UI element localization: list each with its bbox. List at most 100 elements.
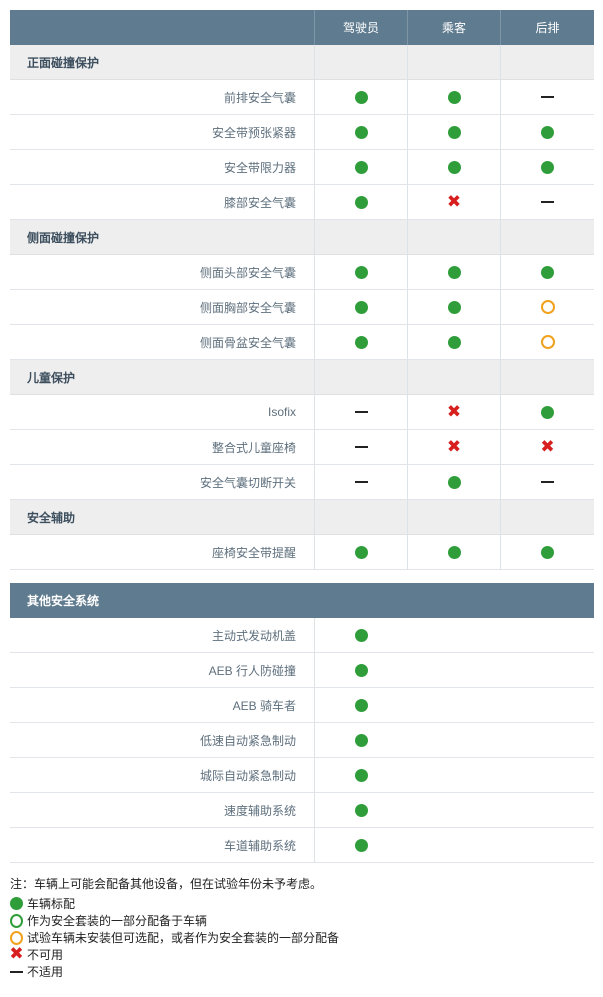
legend-text: 不适用 — [27, 965, 64, 979]
row-label-cell: 座椅安全带提醒 — [10, 535, 315, 569]
filled-green-dot-icon — [447, 545, 461, 559]
status-cell — [501, 115, 594, 149]
row-label: 侧面骨盆安全气囊 — [199, 335, 296, 350]
legend-icon-slot — [10, 930, 23, 945]
col-rear: 后排 — [501, 10, 594, 45]
table-row: 膝部安全气囊 ✖ — [10, 185, 594, 220]
status-cell — [501, 185, 594, 219]
other-row-label: AEB 骑车者 — [232, 698, 296, 713]
row-label: 侧面胸部安全气囊 — [199, 300, 296, 315]
filled-green-dot-icon — [541, 405, 554, 419]
section-empty-cell — [408, 45, 501, 79]
other-row: AEB 骑车者 — [10, 688, 594, 723]
table-row: 安全带限力器 — [10, 150, 594, 185]
red-cross-icon: ✖ — [9, 944, 24, 964]
status-cell — [408, 535, 501, 569]
red-cross-icon: ✖ — [446, 191, 462, 212]
filled-green-dot-icon — [541, 265, 554, 279]
filled-green-dot-icon — [355, 768, 368, 782]
section-row: 儿童保护 — [10, 360, 594, 395]
status-cell — [315, 80, 408, 114]
legend-item: 试验车辆未安装但可选配，或者作为安全套装的一部分配备 — [10, 929, 339, 946]
legend-item: 不适用 — [10, 963, 339, 980]
row-label: 整合式儿童座椅 — [211, 440, 296, 455]
status-cell — [501, 150, 594, 184]
row-label: 侧面头部安全气囊 — [199, 265, 296, 280]
section-title: 侧面碰撞保护 — [27, 230, 100, 245]
row-label-cell: 安全带预张紧器 — [10, 115, 315, 149]
section-empty-cell — [501, 500, 594, 534]
other-header: 其他安全系统 — [10, 583, 594, 618]
other-status-cell — [315, 758, 408, 792]
section-title-cell: 安全辅助 — [10, 500, 315, 534]
section-title: 安全辅助 — [27, 510, 76, 525]
section-empty-cell — [501, 45, 594, 79]
red-cross-icon: ✖ — [540, 436, 555, 457]
filled-green-dot-icon — [447, 475, 461, 489]
row-label: 膝部安全气囊 — [223, 195, 296, 210]
legend-icon-slot — [10, 970, 23, 973]
other-row: 低速自动紧急制动 — [10, 723, 594, 758]
status-cell — [408, 255, 501, 289]
section-empty-cell — [408, 220, 501, 254]
row-label-cell: 整合式儿童座椅 — [10, 430, 315, 464]
table-row: Isofix ✖ — [10, 395, 594, 430]
table-header: 驾驶员 乘客 后排 — [10, 10, 594, 45]
filled-green-dot-icon — [10, 897, 23, 910]
filled-green-dot-icon — [541, 545, 554, 559]
open-orange-circle-icon — [540, 335, 555, 349]
status-cell — [315, 185, 408, 219]
filled-green-dot-icon — [541, 160, 554, 174]
other-status-cell — [315, 793, 408, 827]
filled-green-dot-icon — [354, 90, 368, 104]
other-status-cell — [315, 653, 408, 687]
footnote: 注：车辆上可能会配备其他设备，但在试验年份未予考虑。 — [10, 877, 323, 891]
other-status-cell — [315, 618, 408, 652]
table-row: 侧面胸部安全气囊 — [10, 290, 594, 325]
status-cell — [315, 535, 408, 569]
other-safety-table: 其他安全系统 主动式发动机盖 AEB 行人防碰撞 AEB 骑车者低速自动紧急制动城际… — [10, 583, 594, 863]
other-row: 车道辅助系统 — [10, 828, 594, 863]
filled-green-dot-icon — [354, 160, 368, 174]
other-row-label: 速度辅助系统 — [223, 803, 296, 818]
row-label: 前排安全气囊 — [223, 90, 296, 105]
status-cell — [408, 325, 501, 359]
other-row-label: 城际自动紧急制动 — [199, 768, 296, 783]
filled-green-dot-icon — [447, 335, 461, 349]
other-body: 主动式发动机盖 AEB 行人防碰撞 AEB 骑车者低速自动紧急制动城际自动紧急制动速… — [10, 618, 594, 863]
section-row: 正面碰撞保护 — [10, 45, 594, 80]
status-cell — [408, 465, 501, 499]
filled-green-dot-icon — [355, 733, 368, 747]
other-status-cell — [315, 723, 408, 757]
safety-equipment-panel: 驾驶员 乘客 后排 正面碰撞保护 前排安全气囊 安全带预张紧器 安全带限力器 膝部安全气… — [10, 10, 594, 863]
table-row: 前排安全气囊 — [10, 80, 594, 115]
other-row-label: 车道辅助系统 — [223, 838, 296, 853]
status-cell — [408, 150, 501, 184]
filled-green-dot-icon — [354, 300, 368, 314]
dash-icon — [354, 446, 368, 448]
other-row-label: 主动式发动机盖 — [211, 628, 296, 643]
legend: 车辆标配 作为安全套装的一部分配备于车辆 试验车辆未安装但可选配，或者作为安全套装的… — [9, 895, 339, 980]
red-cross-icon: ✖ — [446, 401, 462, 422]
filled-green-dot-icon — [447, 265, 461, 279]
section-empty-cell — [408, 360, 501, 394]
status-cell — [408, 115, 501, 149]
legend-item: 车辆标配 — [10, 895, 339, 912]
row-label-cell: 膝部安全气囊 — [10, 185, 315, 219]
table-body: 正面碰撞保护前排安全气囊安全带预张紧器 安全带限力器膝部安全气囊 ✖ 侧面碰撞保护侧面… — [10, 45, 594, 570]
status-cell — [501, 80, 594, 114]
dash-icon — [541, 201, 554, 203]
legend-icon-slot — [10, 913, 23, 928]
row-label-cell: 安全气囊切断开关 — [10, 465, 315, 499]
filled-green-dot-icon — [355, 628, 368, 642]
other-row: 速度辅助系统 — [10, 793, 594, 828]
row-label-cell: 侧面骨盆安全气囊 — [10, 325, 315, 359]
dash-icon — [10, 970, 23, 973]
dash-icon — [354, 411, 368, 413]
status-cell: ✖ — [408, 430, 501, 464]
section-empty-cell — [315, 220, 408, 254]
other-label-cell: 城际自动紧急制动 — [10, 758, 315, 792]
filled-green-dot-icon — [447, 90, 461, 104]
other-label-cell: AEB 行人防碰撞 — [10, 653, 315, 687]
col-passenger-label: 乘客 — [441, 21, 466, 35]
